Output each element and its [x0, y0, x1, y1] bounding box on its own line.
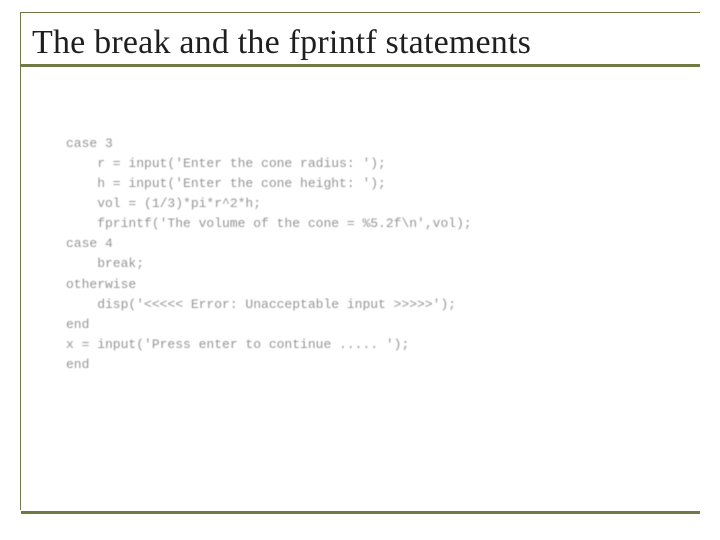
code-line: break;: [66, 256, 144, 271]
slide-title: The break and the fprintf statements: [32, 24, 692, 61]
title-wrap: The break and the fprintf statements: [22, 18, 698, 65]
code-line: disp('<<<<< Error: Unacceptable input >>…: [66, 297, 456, 312]
code-line: end: [66, 357, 89, 372]
code-block: case 3 r = input('Enter the cone radius:…: [66, 113, 698, 395]
code-line: h = input('Enter the cone height: ');: [66, 176, 386, 191]
title-underline: [20, 64, 700, 67]
code-line: r = input('Enter the cone radius: ');: [66, 156, 386, 171]
code-line: vol = (1/3)*pi*r^2*h;: [66, 196, 261, 211]
code-line: case 4: [66, 236, 113, 251]
code-line: fprintf('The volume of the cone = %5.2f\…: [66, 216, 472, 231]
code-line: end: [66, 317, 89, 332]
code-line: otherwise: [66, 277, 136, 292]
slide: The break and the fprintf statements cas…: [0, 0, 720, 540]
code-line: x = input('Press enter to continue .....…: [66, 337, 409, 352]
code-line: case 3: [66, 136, 113, 151]
